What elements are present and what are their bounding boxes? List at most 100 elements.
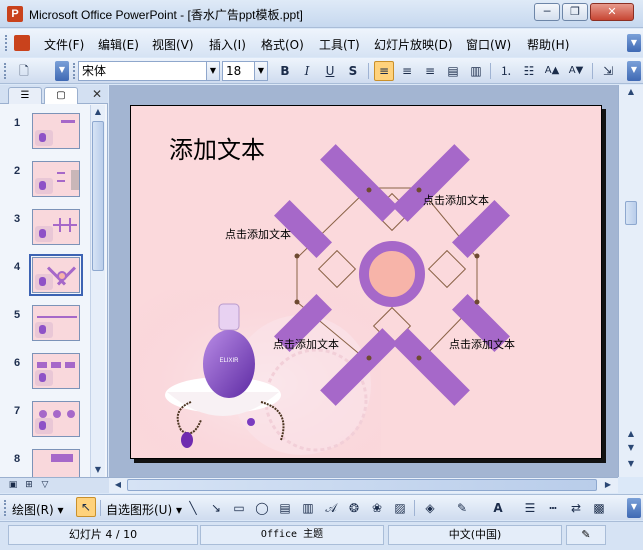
previous-slide-icon[interactable]: ▲	[624, 427, 638, 441]
slide-thumbnail[interactable]	[32, 113, 80, 149]
numbered-list-icon[interactable]: ⒈	[496, 61, 516, 81]
slide-thumbnail[interactable]	[32, 305, 80, 341]
scrollbar-thumb[interactable]	[92, 121, 104, 271]
columns-icon[interactable]: ▥	[466, 61, 486, 81]
dash-style-icon[interactable]: ┅	[543, 498, 563, 518]
menu-slideshow[interactable]: 幻灯片放映(D)	[374, 36, 453, 53]
arrow-tool-icon[interactable]: ↘	[206, 498, 226, 518]
chevron-down-icon[interactable]: ▼	[206, 62, 219, 80]
select-objects-icon[interactable]: ↖	[76, 497, 96, 517]
shadow-style-icon[interactable]: ▩	[589, 498, 609, 518]
design-pane-icon[interactable]: ⇲	[598, 61, 618, 81]
shadow-button[interactable]: S	[343, 61, 363, 81]
thumbnail-item[interactable]: 1	[0, 113, 90, 153]
slide-thumbnail[interactable]	[32, 209, 80, 245]
normal-view-icon[interactable]: ▣	[6, 479, 20, 492]
slide-vertical-scrollbar[interactable]: ▲ ▲ ▼ ▼	[618, 85, 643, 477]
font-size-combo[interactable]: 18 ▼	[222, 61, 268, 81]
scroll-down-icon[interactable]: ▼	[624, 457, 638, 471]
thumbnail-item[interactable]: 3	[0, 209, 90, 249]
thumbnail-scrollbar[interactable]: ▲ ▼	[90, 105, 105, 477]
toolbar-overflow-chevron-icon[interactable]: ▼	[55, 61, 69, 81]
line-tool-icon[interactable]: ╲	[183, 498, 203, 518]
document-icon[interactable]	[14, 35, 30, 51]
underline-button[interactable]: U	[320, 61, 340, 81]
picture-icon[interactable]: ▨	[390, 498, 410, 518]
text-label-top-right[interactable]: 点击添加文本	[423, 192, 489, 208]
menu-tools[interactable]: 工具(T)	[319, 36, 360, 53]
font-name-combo[interactable]: 宋体 ▼	[78, 61, 220, 81]
toolbar-grip-handle-2[interactable]	[73, 63, 76, 79]
text-label-bottom-right[interactable]: 点击添加文本	[449, 336, 515, 352]
text-label-left[interactable]: 点击添加文本	[225, 226, 291, 242]
thumbnail-item[interactable]: 4	[0, 254, 90, 297]
clipart-icon[interactable]: ❀	[367, 498, 387, 518]
tab-slides[interactable]: ▢	[44, 87, 78, 104]
bullet-list-icon[interactable]: ☷	[519, 61, 539, 81]
next-slide-icon[interactable]: ▼	[624, 441, 638, 455]
slideshow-view-icon[interactable]: ▽	[38, 479, 52, 492]
wordart-icon[interactable]: 𝒜	[321, 498, 341, 518]
align-left-icon[interactable]: ≡	[374, 61, 394, 81]
scroll-left-icon[interactable]: ◀	[111, 478, 125, 492]
slide-thumbnail[interactable]	[32, 353, 80, 389]
rectangle-tool-icon[interactable]: ▭	[229, 498, 249, 518]
chevron-down-icon[interactable]: ▼	[254, 62, 267, 80]
center-circle[interactable]	[359, 241, 425, 307]
slide-thumbnail[interactable]	[32, 449, 80, 477]
slide-sorter-view-icon[interactable]: ⊞	[22, 479, 36, 492]
thumbnail-item[interactable]: 2	[0, 161, 90, 201]
slide-thumbnail[interactable]	[32, 401, 80, 437]
distribute-icon[interactable]: ▤	[443, 61, 463, 81]
scrollbar-thumb[interactable]	[625, 201, 637, 225]
vertical-textbox-icon[interactable]: ▥	[298, 498, 318, 518]
thumbnail-item[interactable]: 6	[0, 353, 90, 393]
menu-format[interactable]: 格式(O)	[261, 36, 304, 53]
menu-overflow-chevron-icon[interactable]: ▼	[627, 34, 641, 52]
menu-edit[interactable]: 编辑(E)	[98, 36, 139, 53]
toolbar-grip-handle[interactable]	[4, 500, 7, 516]
menu-window[interactable]: 窗口(W)	[466, 36, 511, 53]
autoshapes-button[interactable]: 自选图形(U) ▾	[106, 501, 182, 518]
thumbnail-item[interactable]: 7	[0, 401, 90, 441]
menu-grip-handle[interactable]	[5, 35, 9, 51]
oval-tool-icon[interactable]: ◯	[252, 498, 272, 518]
draw-menu-button[interactable]: 绘图(R) ▾	[12, 501, 64, 518]
line-style-icon[interactable]: ☰	[520, 498, 540, 518]
decrease-font-button[interactable]: A▼	[566, 61, 586, 81]
toolbar-overflow-chevron-icon[interactable]: ▼	[627, 61, 641, 81]
spellcheck-icon[interactable]: ✎	[566, 525, 606, 545]
powerpoint-app-icon[interactable]: P	[7, 6, 23, 22]
scroll-right-icon[interactable]: ▶	[601, 478, 615, 492]
toolbar-overflow-chevron-icon[interactable]: ▼	[627, 498, 641, 518]
slide-thumbnail[interactable]	[32, 161, 80, 197]
diagram-icon[interactable]: ❂	[344, 498, 364, 518]
close-icon[interactable]: ✕	[92, 87, 102, 101]
thumbnail-item[interactable]: 8	[0, 449, 90, 477]
textbox-tool-icon[interactable]: ▤	[275, 498, 295, 518]
restore-button[interactable]: ❐	[562, 3, 588, 21]
scrollbar-thumb[interactable]	[127, 479, 597, 491]
menu-insert[interactable]: 插入(I)	[209, 36, 246, 53]
slide-canvas[interactable]: ELIXIR 添加文本 点击添加文本 点击添加文本 点击添加文本 点击添加文本	[130, 105, 602, 459]
scroll-up-icon[interactable]: ▲	[91, 105, 105, 119]
minimize-button[interactable]: ─	[534, 3, 560, 21]
italic-button[interactable]: I	[297, 61, 317, 81]
text-label-bottom-left[interactable]: 点击添加文本	[273, 336, 339, 352]
increase-font-button[interactable]: A▲	[542, 61, 562, 81]
scroll-down-icon[interactable]: ▼	[91, 463, 105, 477]
align-right-icon[interactable]: ≡	[420, 61, 440, 81]
horizontal-scrollbar[interactable]: ◀ ▶	[109, 477, 618, 493]
fill-color-icon[interactable]: ◈	[420, 498, 440, 518]
arrow-style-icon[interactable]: ⇄	[566, 498, 586, 518]
menu-view[interactable]: 视图(V)	[152, 36, 194, 53]
menu-file[interactable]: 文件(F)	[44, 36, 84, 53]
tab-outline[interactable]: ☰	[8, 87, 42, 104]
toolbar-grip-handle[interactable]	[4, 63, 7, 79]
close-button[interactable]: ✕	[590, 3, 634, 21]
line-color-icon[interactable]: ✎	[452, 498, 472, 518]
slide-thumbnail-selected[interactable]	[29, 254, 83, 296]
align-center-icon[interactable]: ≡	[397, 61, 417, 81]
new-document-icon[interactable]: 🗋	[14, 61, 34, 81]
font-color-icon[interactable]: A	[488, 498, 508, 518]
